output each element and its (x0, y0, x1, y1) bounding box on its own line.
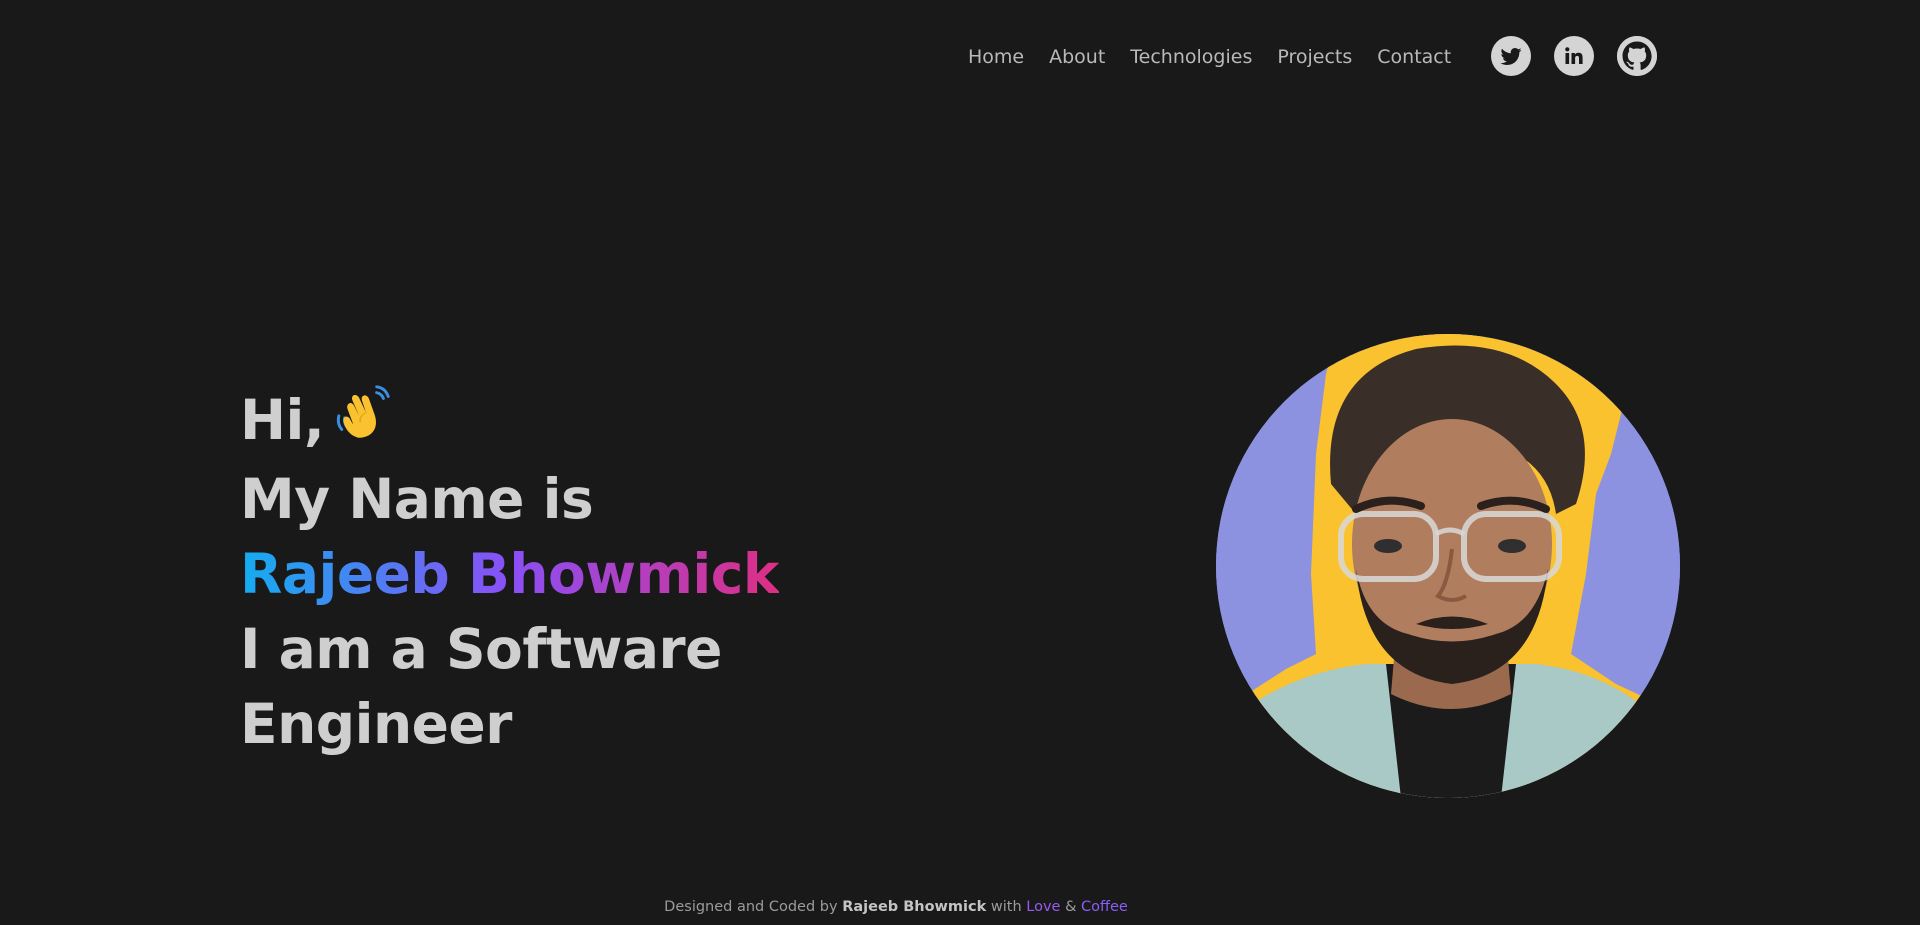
nav-home-link[interactable]: Home (968, 42, 1024, 72)
page: Home About Technologies Projects Contact (0, 0, 1920, 925)
nav-technologies-link[interactable]: Technologies (1130, 42, 1252, 72)
footer-coffee: Coffee (1080, 899, 1128, 915)
footer-love: Love (1026, 899, 1061, 915)
waving-hand-icon (334, 381, 396, 462)
hero-name: Rajeeb Bhowmick (240, 537, 779, 612)
hero-line-name-intro: My Name is (240, 467, 594, 531)
hero-heading: Hi, My Name is Rajeeb Bhowmick I am a So… (240, 381, 779, 762)
footer-amp: & (1065, 899, 1077, 915)
hero-line-role: I am a Software (240, 617, 722, 681)
footer-credit: Designed and Coded by Rajeeb Bhowmick wi… (0, 899, 1792, 915)
footer-prefix: Designed and Coded by (664, 899, 838, 915)
twitter-icon[interactable] (1491, 36, 1531, 76)
nav-projects-link[interactable]: Projects (1277, 42, 1352, 72)
nav-contact-link[interactable]: Contact (1377, 42, 1451, 72)
hero-line-role-2: Engineer (240, 692, 512, 756)
profile-photo (1216, 334, 1680, 798)
hero-greeting-line: Hi, (240, 381, 779, 462)
footer-author: Rajeeb Bhowmick (842, 899, 987, 915)
footer-with: with (990, 899, 1022, 915)
main-nav: Home About Technologies Projects Contact (968, 42, 1451, 72)
linkedin-icon[interactable] (1554, 36, 1594, 76)
social-links (1491, 36, 1657, 76)
nav-about-link[interactable]: About (1049, 42, 1105, 72)
hero-greeting: Hi, (240, 388, 325, 452)
github-icon[interactable] (1617, 36, 1657, 76)
